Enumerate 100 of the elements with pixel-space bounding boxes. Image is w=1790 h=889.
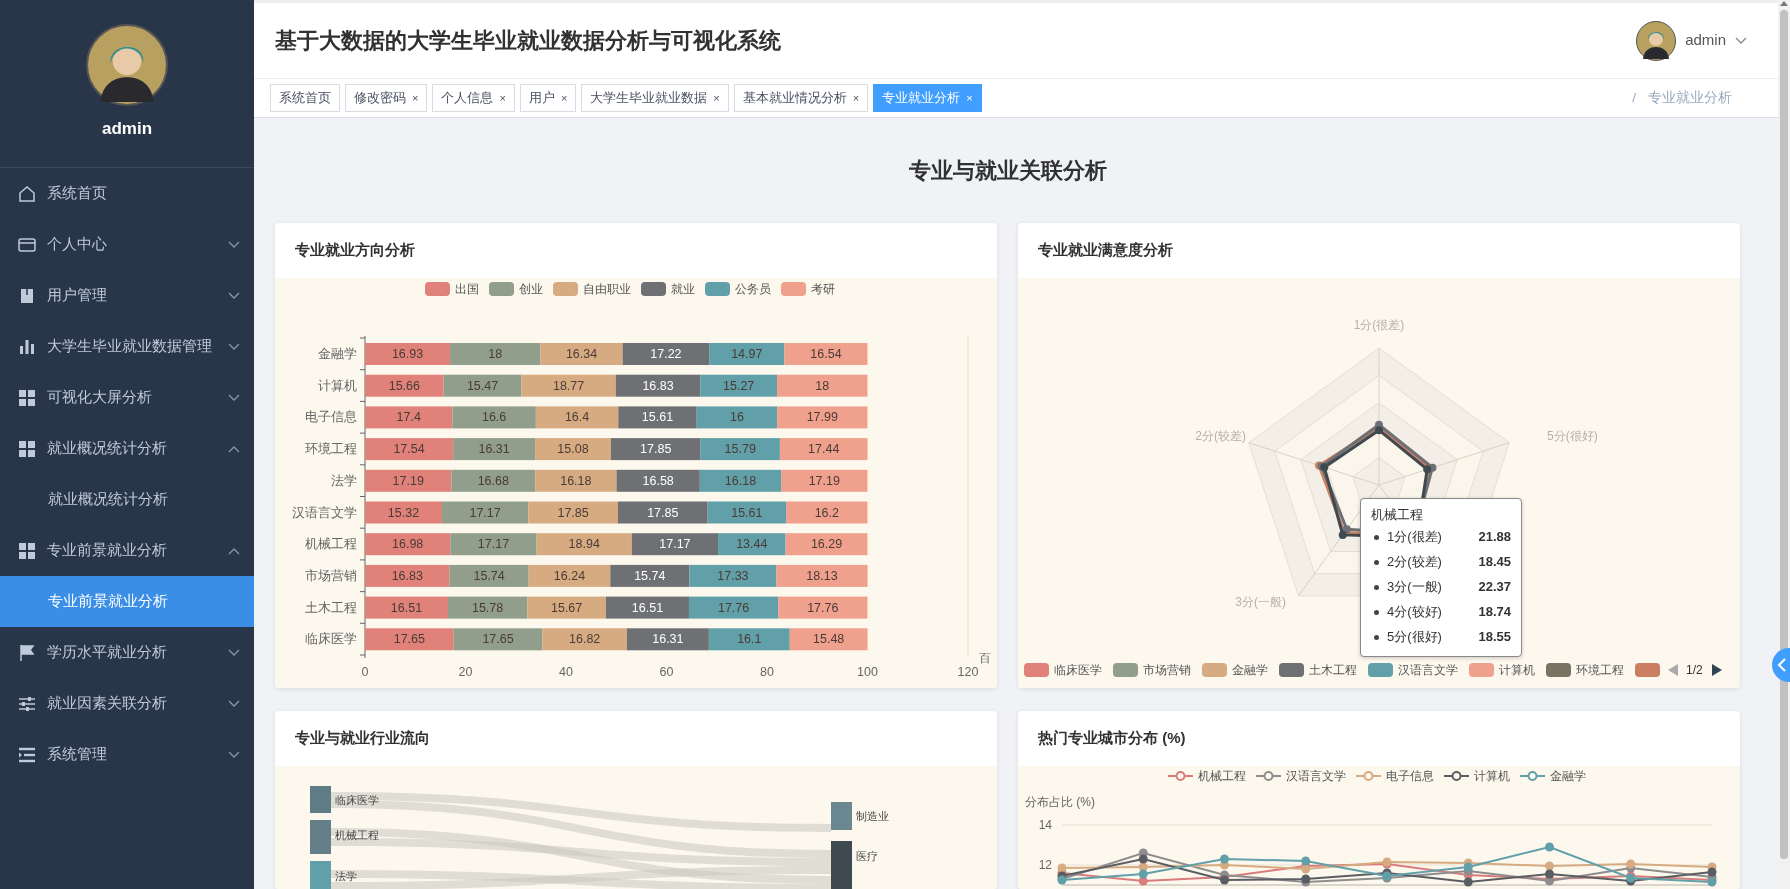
legend-label[interactable]: 汉语言文学 — [1286, 769, 1346, 783]
legend-label[interactable]: 金融学 — [1550, 769, 1586, 783]
data-label: 17.65 — [482, 632, 514, 647]
data-label: 18.13 — [806, 568, 838, 583]
axis-label: 环境工程 — [305, 442, 357, 457]
tooltip-label: 4分(较好) — [1387, 603, 1442, 622]
chevron-down-icon — [1735, 36, 1747, 45]
next-page-icon[interactable] — [1712, 664, 1722, 676]
data-point — [1138, 869, 1148, 879]
legend-swatch[interactable] — [425, 282, 450, 296]
tooltip-label: 3分(一般) — [1387, 578, 1442, 597]
close-icon[interactable]: × — [560, 89, 568, 107]
legend-swatch[interactable] — [781, 282, 806, 296]
tooltip-label: 2分(较差) — [1387, 553, 1442, 572]
menu-item[interactable]: 系统管理 — [0, 729, 254, 780]
axis-label: 1分(很差) — [1353, 318, 1405, 332]
data-label: 16.58 — [642, 473, 674, 488]
axis-label: 电子信息 — [305, 410, 357, 425]
menu-item[interactable]: 可视化大屏分析 — [0, 372, 254, 423]
legend-swatch[interactable] — [1024, 663, 1049, 677]
data-label: 17.19 — [808, 473, 840, 488]
legend-label[interactable]: 计算机 — [1474, 769, 1510, 783]
legend-swatch[interactable] — [1113, 663, 1138, 677]
legend-label[interactable]: 自由职业 — [583, 282, 631, 296]
legend-label[interactable]: 考研 — [811, 282, 835, 296]
close-icon[interactable]: × — [852, 89, 860, 107]
legend-swatch[interactable] — [705, 282, 730, 296]
close-icon[interactable]: × — [499, 89, 506, 107]
data-label: 17.44 — [808, 442, 840, 457]
scroll-up-icon[interactable] — [1780, 0, 1788, 6]
legend-label[interactable]: 临床医学 — [1054, 663, 1102, 677]
legend-label[interactable]: 创业 — [519, 282, 543, 296]
legend-label[interactable]: 环境工程 — [1576, 663, 1624, 677]
legend-swatch[interactable] — [1279, 663, 1304, 677]
legend-swatch[interactable] — [1355, 771, 1382, 781]
data-label: 16.51 — [390, 600, 423, 615]
submenu-item[interactable]: 就业概况统计分析 — [0, 474, 254, 525]
menu-item[interactable]: 个人中心 — [0, 219, 254, 270]
legend-label[interactable]: 公务员 — [735, 282, 771, 296]
close-icon[interactable]: × — [713, 89, 720, 107]
legend-label[interactable]: 土木工程 — [1309, 663, 1357, 677]
menu-item[interactable]: 学历水平就业分析 — [0, 627, 254, 678]
legend-swatch[interactable] — [1167, 771, 1194, 781]
data-label: 15.08 — [557, 442, 589, 457]
legend-label[interactable]: 就业 — [671, 282, 695, 296]
data-label: 17.4 — [396, 410, 421, 425]
legend-swatch[interactable] — [641, 282, 666, 296]
data-label: 13.44 — [736, 537, 768, 552]
data-label: 17.54 — [393, 442, 425, 457]
legend-swatch[interactable] — [1368, 663, 1393, 677]
menu-item[interactable]: 大学生毕业就业数据管理 — [0, 321, 254, 372]
bar-segment — [718, 533, 786, 556]
legend-swatch[interactable] — [1255, 771, 1282, 781]
scrollbar[interactable] — [1778, 0, 1790, 889]
flag-icon — [18, 643, 36, 662]
bar-chart-icon — [18, 337, 36, 356]
bullet-icon — [1374, 584, 1379, 590]
legend-label[interactable]: 汉语言文学 — [1398, 663, 1458, 677]
legend-swatch[interactable] — [1519, 771, 1546, 781]
legend-label[interactable]: 电子信息 — [1386, 769, 1434, 783]
legend-swatch[interactable] — [1635, 663, 1660, 677]
tab[interactable]: 个人信息 × — [432, 84, 515, 112]
axis-label: 100 — [857, 665, 878, 679]
tab[interactable]: 大学生毕业就业数据 × — [581, 84, 729, 112]
legend-label[interactable]: 市场营销 — [1143, 663, 1191, 677]
legend-swatch[interactable] — [1546, 663, 1571, 677]
data-point — [1220, 854, 1229, 864]
tab[interactable]: 修改密码 × — [345, 84, 428, 112]
legend-swatch[interactable] — [553, 282, 578, 296]
data-point — [1707, 867, 1717, 877]
tooltip-value: 18.55 — [1478, 628, 1511, 647]
legend-label[interactable]: 出国 — [455, 282, 479, 296]
data-label: 15.61 — [731, 505, 763, 520]
tooltip-value: 22.37 — [1478, 578, 1511, 597]
legend-swatch[interactable] — [1202, 663, 1227, 677]
tab[interactable]: 用户 × — [519, 84, 577, 112]
data-point — [1463, 877, 1473, 887]
tab[interactable]: 系统首页 — [270, 84, 340, 112]
data-label: 15.67 — [551, 600, 583, 615]
menu-item[interactable]: 系统首页 — [0, 168, 254, 219]
legend-swatch[interactable] — [1469, 663, 1494, 677]
menu-item[interactable]: 专业前景就业分析 — [0, 525, 254, 576]
menu-item[interactable]: 用户管理 — [0, 270, 254, 321]
close-icon[interactable]: × — [412, 89, 419, 107]
page-indicator: 1/2 — [1686, 663, 1703, 677]
legend-label[interactable]: 计算机 — [1499, 663, 1535, 677]
legend-label[interactable]: 金融学 — [1232, 663, 1268, 677]
legend-swatch[interactable] — [489, 282, 514, 296]
tooltip-label: 1分(很差) — [1387, 528, 1442, 547]
data-point — [1057, 863, 1067, 873]
user-menu[interactable]: admin — [1636, 20, 1757, 61]
legend-swatch[interactable] — [1443, 771, 1470, 781]
axis-label: 0 — [361, 665, 369, 679]
menu-item[interactable]: 就业概况统计分析 — [0, 423, 254, 474]
tooltip-value: 21.88 — [1478, 528, 1511, 547]
data-label: 18 — [815, 378, 830, 393]
legend-label[interactable]: 机械工程 — [1198, 769, 1246, 783]
chevron-left-icon — [1777, 658, 1787, 672]
tab[interactable]: 基本就业情况分析 × — [733, 84, 869, 112]
menu-item[interactable]: 就业因素关联分析 — [0, 678, 254, 729]
